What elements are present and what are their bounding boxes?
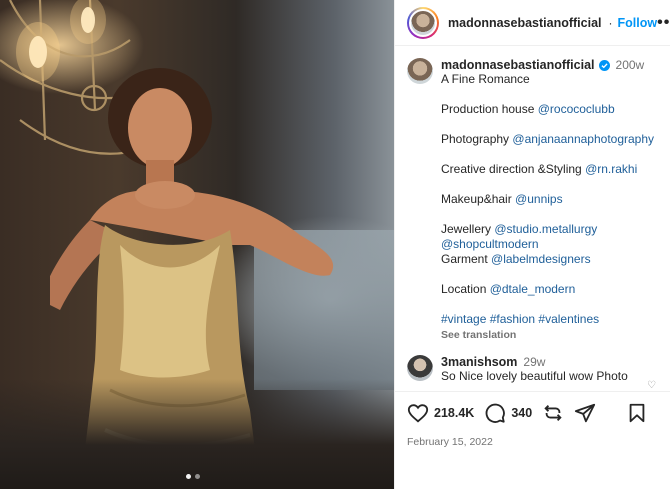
caption-username[interactable]: madonnasebastianofficial <box>441 58 595 72</box>
more-options-button[interactable]: ••• <box>657 14 670 32</box>
caption-line: Makeup&hair @unnips <box>441 192 658 207</box>
caption-line: @shopcultmodern <box>441 237 658 252</box>
caption-mention-link[interactable]: @dtale_modern <box>490 282 576 296</box>
save-button[interactable] <box>626 402 648 424</box>
caption-line-text: Photography <box>441 132 513 146</box>
caption-mention-link[interactable]: @anjanaannaphotography <box>512 132 654 146</box>
carousel-dot <box>195 474 200 479</box>
comments-scroll-area[interactable]: madonnasebastianofficial 200w A Fine Rom… <box>395 46 670 391</box>
caption-line-text: Location <box>441 282 490 296</box>
caption-body: madonnasebastianofficial 200w A Fine Rom… <box>441 58 658 341</box>
comment-body: 3manishsom 29w So Nice lovely beautiful … <box>441 355 628 384</box>
post-actions: 218.4K 340 February 15, 2022 <box>395 391 670 489</box>
caption-text: A Fine Romance Production house @rocococl… <box>441 72 658 327</box>
share-icon <box>575 403 596 423</box>
repost-button[interactable] <box>542 402 564 424</box>
caption-header: madonnasebastianofficial 200w <box>441 58 658 72</box>
post-side-panel: madonnasebastianofficial · Follow ••• ma… <box>394 0 670 489</box>
photo-floor-shadow <box>0 379 394 489</box>
caption-line-text: Production house <box>441 102 538 116</box>
commenter-username[interactable]: 3manishsom <box>441 355 517 369</box>
caption-line-text: Makeup&hair <box>441 192 516 206</box>
caption-line-text: A Fine Romance <box>441 72 530 86</box>
like-button[interactable]: 218.4K <box>407 402 474 424</box>
comments-count: 340 <box>511 406 533 420</box>
caption-block: madonnasebastianofficial 200w A Fine Rom… <box>407 58 658 341</box>
bookmark-icon <box>629 403 645 423</box>
comment-bubble-icon <box>485 403 506 423</box>
carousel-dots <box>186 474 200 479</box>
heart-icon <box>407 404 429 423</box>
caption-line: Creative direction &Styling @rn.rakhi <box>441 162 658 177</box>
carousel-dot-active <box>186 474 191 479</box>
comment-item: 3manishsom 29w So Nice lovely beautiful … <box>407 355 658 384</box>
comment-text: So Nice lovely beautiful wow Photo <box>441 369 628 383</box>
post-date[interactable]: February 15, 2022 <box>407 436 658 448</box>
author-username[interactable]: madonnasebastianofficial <box>448 16 602 30</box>
see-translation-link[interactable]: See translation <box>441 329 658 341</box>
caption-mention-link[interactable]: #vintage #fashion #valentines <box>441 312 599 326</box>
repost-icon <box>544 405 562 421</box>
caption-mention-link[interactable]: @studio.metallurgy <box>494 222 597 236</box>
caption-line: A Fine Romance <box>441 72 658 87</box>
commenter-avatar[interactable] <box>407 355 433 381</box>
caption-line-text: Garment <box>441 252 492 266</box>
caption-line: Production house @rocococlubb <box>441 102 658 117</box>
caption-line: #vintage #fashion #valentines <box>441 312 658 327</box>
caption-mention-link[interactable]: @labelmdesigners <box>491 252 591 266</box>
caption-mention-link[interactable]: @rocococlubb <box>538 102 615 116</box>
comment-header: 3manishsom 29w <box>441 355 628 369</box>
caption-mention-link[interactable]: @rn.rakhi <box>585 162 637 176</box>
instagram-post-modal: madonnasebastianofficial · Follow ••• ma… <box>0 0 670 489</box>
comment-like-icon[interactable]: ♡ <box>647 380 656 391</box>
post-photo[interactable] <box>0 0 394 489</box>
caption-line-text: Creative direction &Styling <box>441 162 586 176</box>
action-row: 218.4K 340 <box>407 400 658 426</box>
likes-count[interactable]: 218.4K <box>434 406 474 420</box>
caption-line: Garment @labelmdesigners <box>441 252 658 267</box>
separator-dot: · <box>608 15 613 30</box>
caption-line: Jewellery @studio.metallurgy <box>441 222 658 237</box>
caption-age: 200w <box>615 58 645 72</box>
share-button[interactable] <box>574 402 596 424</box>
caption-line-text: Jewellery <box>441 222 495 236</box>
caption-mention-link[interactable]: @unnips <box>515 192 563 206</box>
caption-mention-link[interactable]: @shopcultmodern <box>441 237 539 251</box>
author-avatar[interactable] <box>407 6 439 39</box>
post-header: madonnasebastianofficial · Follow ••• <box>395 0 670 46</box>
caption-line: Location @dtale_modern <box>441 282 658 297</box>
comment-button[interactable]: 340 <box>484 402 532 424</box>
comment-age: 29w <box>523 355 546 369</box>
follow-button[interactable]: Follow <box>618 16 658 30</box>
verified-badge-icon <box>598 59 610 71</box>
caption-author-avatar[interactable] <box>407 58 433 84</box>
caption-line: Photography @anjanaannaphotography <box>441 132 658 147</box>
